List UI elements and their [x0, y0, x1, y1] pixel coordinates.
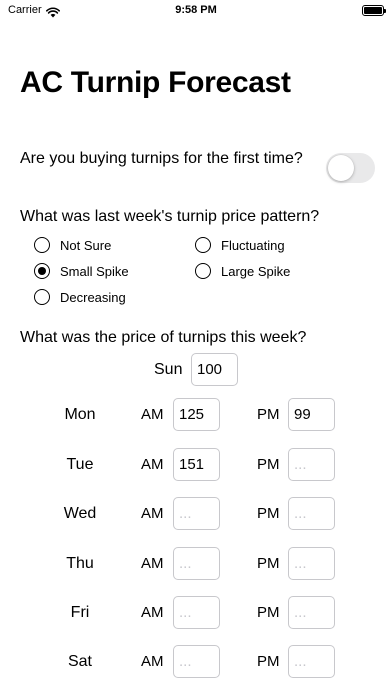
pm-label: PM	[257, 604, 280, 621]
radio-selected-dot	[37, 266, 46, 275]
fri-am-input[interactable]	[173, 596, 220, 629]
pm-label: PM	[257, 555, 280, 572]
sat-pm-input[interactable]	[288, 645, 335, 678]
radio-label: Small Spike	[60, 263, 129, 279]
thu-am-input[interactable]	[173, 547, 220, 580]
pm-label: PM	[257, 505, 280, 522]
day-label-sat: Sat	[67, 653, 92, 670]
tue-pm-input[interactable]	[288, 448, 335, 481]
first-time-question: Are you buying turnips for the first tim…	[20, 150, 303, 167]
radio-circle	[34, 289, 50, 305]
day-label-wed: Wed	[63, 505, 97, 522]
tue-am-input[interactable]	[173, 448, 220, 481]
radio-decreasing[interactable]: Decreasing	[34, 287, 126, 307]
sat-am-input[interactable]	[173, 645, 220, 678]
am-label: AM	[141, 406, 164, 423]
status-bar: Carrier 9:58 PM	[0, 0, 392, 22]
mon-am-input[interactable]	[173, 398, 220, 431]
radio-label: Large Spike	[221, 263, 291, 279]
am-label: AM	[141, 505, 164, 522]
pm-label: PM	[257, 406, 280, 423]
clock-label: 9:58 PM	[175, 4, 217, 16]
day-label-mon: Mon	[64, 406, 96, 423]
price-question: What was the price of turnips this week?	[20, 329, 307, 346]
day-label-tue: Tue	[66, 456, 94, 473]
am-label: AM	[141, 653, 164, 670]
radio-label: Fluctuating	[221, 237, 285, 253]
radio-label: Decreasing	[60, 289, 126, 305]
fri-pm-input[interactable]	[288, 596, 335, 629]
radio-fluctuating[interactable]: Fluctuating	[195, 235, 285, 255]
pm-label: PM	[257, 456, 280, 473]
radio-circle	[195, 237, 211, 253]
sunday-label: Sun	[154, 361, 183, 378]
radio-small-spike[interactable]: Small Spike	[34, 261, 129, 281]
am-label: AM	[141, 604, 164, 621]
battery-icon	[362, 5, 386, 16]
page-title: AC Turnip Forecast	[20, 66, 291, 99]
radio-not-sure[interactable]: Not Sure	[34, 235, 111, 255]
sunday-price-input[interactable]	[191, 353, 238, 386]
radio-circle	[34, 237, 50, 253]
mon-pm-input[interactable]	[288, 398, 335, 431]
am-label: AM	[141, 456, 164, 473]
wed-pm-input[interactable]	[288, 497, 335, 530]
radio-circle	[195, 263, 211, 279]
radio-label: Not Sure	[60, 237, 112, 253]
am-label: AM	[141, 555, 164, 572]
first-time-toggle[interactable]	[326, 153, 375, 183]
radio-large-spike[interactable]: Large Spike	[195, 261, 290, 281]
pm-label: PM	[257, 653, 280, 670]
day-label-fri: Fri	[70, 604, 90, 621]
toggle-knob	[328, 155, 354, 181]
wed-am-input[interactable]	[173, 497, 220, 530]
pattern-question: What was last week's turnip price patter…	[20, 208, 320, 225]
thu-pm-input[interactable]	[288, 547, 335, 580]
radio-circle	[34, 263, 50, 279]
day-label-thu: Thu	[66, 555, 94, 572]
